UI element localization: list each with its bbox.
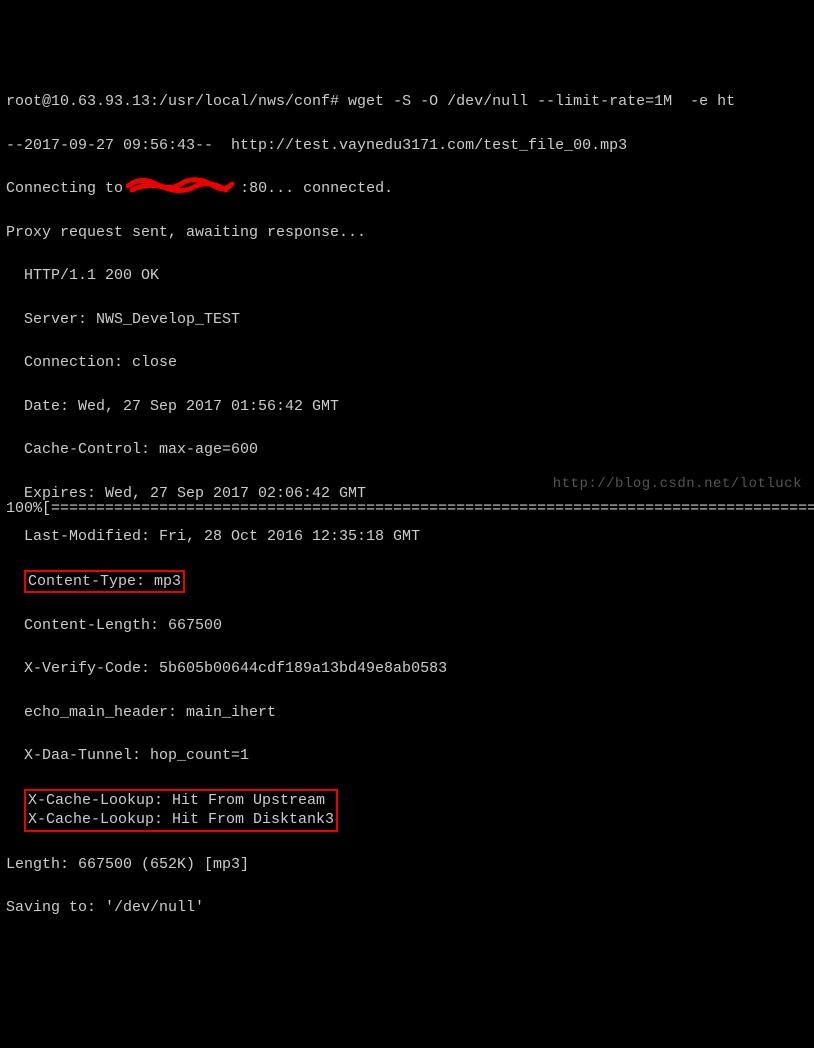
content-type-row: Content-Type: mp3: [6, 570, 808, 594]
watermark-text: http://blog.csdn.net/lotluck: [553, 474, 802, 494]
date-header: Date: Wed, 27 Sep 2017 01:56:42 GMT: [6, 396, 808, 418]
x-cache-disktank: X-Cache-Lookup: Hit From Disktank3: [28, 811, 334, 828]
connecting-line: Connecting to :80... connected.: [6, 178, 808, 200]
length-line: Length: 667500 (652K) [mp3]: [6, 854, 808, 876]
server-header: Server: NWS_Develop_TEST: [6, 309, 808, 331]
connecting-suffix: :80... connected.: [240, 180, 393, 197]
proxy-request-line: Proxy request sent, awaiting response...: [6, 222, 808, 244]
progress-line: 100%[===================================…: [6, 498, 808, 520]
x-daa-header: X-Daa-Tunnel: hop_count=1: [6, 745, 808, 767]
connection-header: Connection: close: [6, 352, 808, 374]
echo-main-header: echo_main_header: main_ihert: [6, 702, 808, 724]
http-status-line: HTTP/1.1 200 OK: [6, 265, 808, 287]
last-modified-header: Last-Modified: Fri, 28 Oct 2016 12:35:18…: [6, 526, 808, 548]
redacted-host: [132, 178, 240, 200]
x-cache-upstream: X-Cache-Lookup: Hit From Upstream: [28, 792, 325, 809]
connecting-prefix: Connecting to: [6, 180, 132, 197]
content-type-highlight: Content-Type: mp3: [24, 570, 185, 594]
shell-prompt-line: root@10.63.93.13:/usr/local/nws/conf# wg…: [6, 91, 808, 113]
wget-timestamp-line: --2017-09-27 09:56:43-- http://test.vayn…: [6, 135, 808, 157]
saving-line: Saving to: '/dev/null': [6, 897, 808, 919]
x-verify-header: X-Verify-Code: 5b605b00644cdf189a13bd49e…: [6, 658, 808, 680]
x-cache-highlight: X-Cache-Lookup: Hit From Upstream X-Cach…: [24, 789, 338, 832]
content-length-header: Content-Length: 667500: [6, 615, 808, 637]
cache-control-header: Cache-Control: max-age=600: [6, 439, 808, 461]
blank-line: [6, 941, 808, 963]
x-cache-row: X-Cache-Lookup: Hit From Upstream X-Cach…: [6, 789, 808, 832]
